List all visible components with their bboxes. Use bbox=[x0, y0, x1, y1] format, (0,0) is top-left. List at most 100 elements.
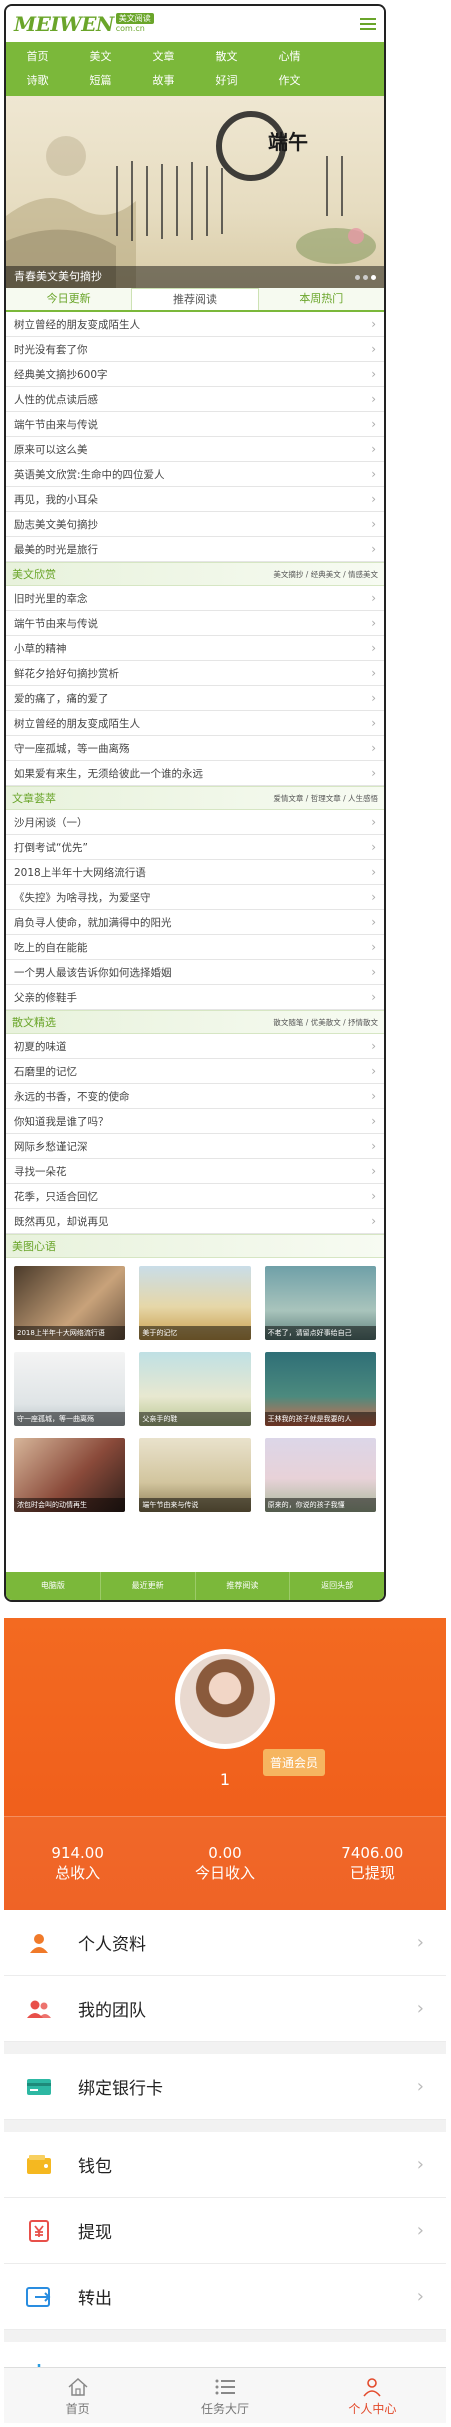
list-item-title: 爱的痛了，痛的爱了 bbox=[14, 692, 109, 705]
menu-bind-bank-card[interactable]: 绑定银行卡 › bbox=[4, 2054, 446, 2120]
gallery-image[interactable]: 原来的，你说的孩子我懂 bbox=[264, 1438, 376, 1512]
nav-link[interactable]: 首页 bbox=[6, 46, 69, 68]
menu-wallet[interactable]: 钱包 › bbox=[4, 2132, 446, 2198]
gallery-title[interactable]: 美图心语 bbox=[12, 1238, 56, 1254]
chevron-right-icon: › bbox=[371, 492, 376, 506]
list-item[interactable]: 树立曾经的朋友变成陌生人 › bbox=[6, 312, 384, 337]
nav-link[interactable]: 好词 bbox=[195, 70, 258, 92]
list-item[interactable]: 爱的痛了，痛的爱了 › bbox=[6, 686, 384, 711]
nav-link[interactable] bbox=[321, 46, 384, 68]
list-item[interactable]: 端午节由来与传说 › bbox=[6, 611, 384, 636]
section-title[interactable]: 美文欣赏 bbox=[12, 566, 56, 582]
gallery-image[interactable]: 守一座孤城，等一曲离殇 bbox=[14, 1352, 126, 1426]
list-item[interactable]: 既然再见，却说再见 › bbox=[6, 1209, 384, 1234]
list-item[interactable]: 石磨里的记忆 › bbox=[6, 1059, 384, 1084]
list-item[interactable]: 旧时光里的幸念 › bbox=[6, 586, 384, 611]
menu-group: 钱包 › 提现 › 转出 › bbox=[4, 2132, 446, 2330]
gallery-image[interactable]: 2018上半年十大网络流行语 bbox=[14, 1266, 126, 1340]
chevron-right-icon: › bbox=[371, 766, 376, 780]
divider bbox=[4, 2042, 446, 2054]
gallery-image[interactable]: 不老了，请留点好事给自己 bbox=[264, 1266, 376, 1340]
chevron-right-icon: › bbox=[371, 1064, 376, 1078]
site-logo[interactable]: MEIWEN 美文阅读 com.cn bbox=[14, 12, 154, 36]
nav-link[interactable]: 散文 bbox=[195, 46, 258, 68]
list-item[interactable]: 打倒考试“优先” › bbox=[6, 835, 384, 860]
team-icon bbox=[26, 1996, 52, 2022]
list-item-title: 初夏的味道 bbox=[14, 1040, 67, 1053]
nav-link[interactable]: 文章 bbox=[132, 46, 195, 68]
list-item[interactable]: 吃上的自在能能 › bbox=[6, 935, 384, 960]
list-item[interactable]: 如果爱有来生，无须给彼此一个谁的永远 › bbox=[6, 761, 384, 786]
list-item[interactable]: 经典美文摘抄600字 › bbox=[6, 362, 384, 387]
list-item[interactable]: 英语美文欣赏:生命中的四位爱人 › bbox=[6, 462, 384, 487]
list-item[interactable]: 寻找一朵花 › bbox=[6, 1159, 384, 1184]
list-item[interactable]: 树立曾经的朋友变成陌生人 › bbox=[6, 711, 384, 736]
list-item[interactable]: 永远的书香，不变的使命 › bbox=[6, 1084, 384, 1109]
list-item[interactable]: 2018上半年十大网络流行语 › bbox=[6, 860, 384, 885]
person-icon bbox=[26, 1930, 52, 1956]
gallery-image[interactable]: 美于的记忆 bbox=[139, 1266, 251, 1340]
footer-nav: 电脑版 最近更新 推荐阅读 返回头部 bbox=[6, 1572, 384, 1600]
tab-task-hall[interactable]: 任务大厅 bbox=[151, 2368, 298, 2423]
nav-link[interactable]: 美文 bbox=[69, 46, 132, 68]
nav-link[interactable]: 心情 bbox=[258, 46, 321, 68]
footer-link-recommended[interactable]: 推荐阅读 bbox=[196, 1572, 291, 1600]
list-item[interactable]: 端午节由来与传说 › bbox=[6, 412, 384, 437]
footer-link-desktop[interactable]: 电脑版 bbox=[6, 1572, 101, 1600]
section-links[interactable]: 美文摘抄 / 经典美文 / 情感美文 bbox=[273, 569, 378, 580]
tab-recommended[interactable]: 推荐阅读 bbox=[131, 288, 259, 310]
list-item[interactable]: 沙月闲谈（一） › bbox=[6, 810, 384, 835]
list-item[interactable]: 最美的时光是旅行 › bbox=[6, 537, 384, 562]
list-item[interactable]: 原来可以这么美 › bbox=[6, 437, 384, 462]
list-item[interactable]: 初夏的味道 › bbox=[6, 1034, 384, 1059]
list-item[interactable]: 花季，只适合回忆 › bbox=[6, 1184, 384, 1209]
nav-link[interactable]: 故事 bbox=[132, 70, 195, 92]
menu-team[interactable]: 我的团队 › bbox=[4, 1976, 446, 2042]
profile-header: 普通会员 1 914.00 总收入 0.00 今日收入 7406.00 已提现 bbox=[4, 1618, 446, 1910]
banner-caption[interactable]: 青春美文美句摘抄 bbox=[6, 266, 384, 288]
tab-weekly-hot[interactable]: 本周热门 bbox=[259, 288, 384, 310]
menu-profile[interactable]: 个人资料 › bbox=[4, 1910, 446, 1976]
hamburger-menu-icon[interactable] bbox=[360, 18, 376, 30]
list-item[interactable]: 你知道我是谁了吗？ › bbox=[6, 1109, 384, 1134]
list-item[interactable]: 守一座孤城，等一曲离殇 › bbox=[6, 736, 384, 761]
chevron-right-icon: › bbox=[371, 915, 376, 929]
list-item[interactable]: 父亲的修鞋手 › bbox=[6, 985, 384, 1010]
section-links[interactable]: 散文随笔 / 优美散文 / 抒情散文 bbox=[273, 1017, 378, 1028]
list-item[interactable]: 再见，我的小耳朵 › bbox=[6, 487, 384, 512]
list-item[interactable]: 小草的精神 › bbox=[6, 636, 384, 661]
bottom-tab-bar: 首页 任务大厅 个人中心 bbox=[4, 2367, 446, 2423]
list-item[interactable]: 人性的优点读后感 › bbox=[6, 387, 384, 412]
list-item-title: 树立曾经的朋友变成陌生人 bbox=[14, 717, 140, 730]
nav-link[interactable]: 诗歌 bbox=[6, 70, 69, 92]
footer-link-latest[interactable]: 最近更新 bbox=[101, 1572, 196, 1600]
gallery-image[interactable]: 端午节由来与传说 bbox=[139, 1438, 251, 1512]
avatar[interactable] bbox=[175, 1649, 275, 1749]
list-item[interactable]: 《失控》为啥寻找，为爱坚守 › bbox=[6, 885, 384, 910]
list-item[interactable]: 鲜花夕拾好句摘抄赏析 › bbox=[6, 661, 384, 686]
section-links[interactable]: 爱情文章 / 哲理文章 / 人生感悟 bbox=[273, 793, 378, 804]
menu-transfer-out[interactable]: 转出 › bbox=[4, 2264, 446, 2330]
list-item-title: 旧时光里的幸念 bbox=[14, 592, 88, 605]
nav-link[interactable]: 短篇 bbox=[69, 70, 132, 92]
banner-slider[interactable]: 端午 青春美文美句摘抄 bbox=[6, 96, 384, 288]
gallery-image[interactable]: 父亲手的鞋 bbox=[139, 1352, 251, 1426]
logo-badge: 美文阅读 bbox=[115, 13, 154, 24]
tab-home[interactable]: 首页 bbox=[4, 2368, 151, 2423]
section-title[interactable]: 散文精选 bbox=[12, 1014, 56, 1030]
list-item[interactable]: 一个男人最该告诉你如何选择婚姻 › bbox=[6, 960, 384, 985]
gallery-image[interactable]: 王林我的孩子就是我要的人 bbox=[264, 1352, 376, 1426]
list-item[interactable]: 时光没有套了你 › bbox=[6, 337, 384, 362]
list-item[interactable]: 网际乡愁谨记深 › bbox=[6, 1134, 384, 1159]
tab-today[interactable]: 今日更新 bbox=[6, 288, 131, 310]
section-title[interactable]: 文章荟萃 bbox=[12, 790, 56, 806]
nav-link[interactable] bbox=[321, 70, 384, 92]
menu-withdraw[interactable]: 提现 › bbox=[4, 2198, 446, 2264]
chevron-right-icon: › bbox=[371, 940, 376, 954]
footer-link-back-to-top[interactable]: 返回头部 bbox=[290, 1572, 384, 1600]
tab-personal-center[interactable]: 个人中心 bbox=[299, 2368, 446, 2423]
nav-link[interactable]: 作文 bbox=[258, 70, 321, 92]
gallery-image[interactable]: 浓包时会叫的动情再生 bbox=[14, 1438, 126, 1512]
list-item[interactable]: 肩负寻人使命，就加满得中的阳光 › bbox=[6, 910, 384, 935]
list-item[interactable]: 励志美文美句摘抄 › bbox=[6, 512, 384, 537]
